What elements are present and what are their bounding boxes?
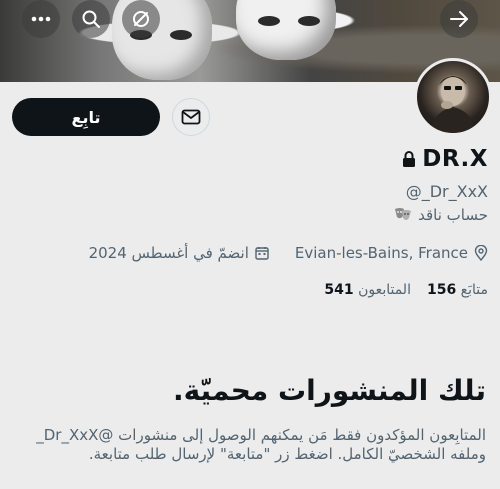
following-link[interactable]: متابَع 156 <box>427 282 488 298</box>
location-pin-icon <box>474 245 488 261</box>
follow-button-label: تابِع <box>71 107 101 127</box>
more-icon <box>31 16 51 22</box>
following-count: 156 <box>426 282 457 298</box>
profile-meta: انضمّ في أغسطس 2024 Evian-les-Bains, Fra… <box>89 244 488 262</box>
message-button[interactable] <box>172 98 210 136</box>
banner-mask-eye <box>258 16 280 26</box>
calendar-icon <box>255 247 269 260</box>
followers-count: 541 <box>324 282 354 298</box>
lock-icon <box>403 151 416 167</box>
banner-mask-eye <box>170 30 192 40</box>
avatar[interactable] <box>414 58 492 136</box>
no-sync-button[interactable] <box>122 0 160 38</box>
account-label: حساب ناقد <box>394 206 488 224</box>
account-label-text: حساب ناقد <box>418 206 488 224</box>
mail-icon <box>181 109 201 125</box>
theater-masks-icon <box>395 208 412 220</box>
follow-button[interactable]: تابِع <box>12 98 160 136</box>
followers-link[interactable]: المتابعون 541 <box>324 282 411 298</box>
followers-label: المتابعون <box>358 282 411 298</box>
more-button[interactable] <box>22 0 60 38</box>
search-icon <box>82 10 100 28</box>
username: @_Dr_XxX <box>405 182 488 201</box>
banner-mask-right <box>236 0 336 60</box>
joined-date: انضمّ في أغسطس 2024 <box>88 244 249 262</box>
following-label: متابَع <box>460 282 488 298</box>
back-button[interactable] <box>440 0 478 38</box>
banner-mask-eye <box>298 16 320 26</box>
arrow-right-icon <box>450 11 468 27</box>
protected-description: المتابِعون المؤكدون فقط مَن يمكنهم الوصو… <box>36 426 486 463</box>
follow-stats: المتابعون 541 متابَع 156 <box>324 282 488 298</box>
name-row: DR.X <box>402 146 488 172</box>
protected-headline: تلك المنشورات محميّة. <box>172 374 486 407</box>
display-name: DR.X <box>422 146 488 172</box>
location: Evian-les-Bains, France <box>294 244 468 262</box>
no-sync-icon <box>133 11 149 27</box>
avatar-photo <box>431 76 475 133</box>
search-button[interactable] <box>72 0 110 38</box>
